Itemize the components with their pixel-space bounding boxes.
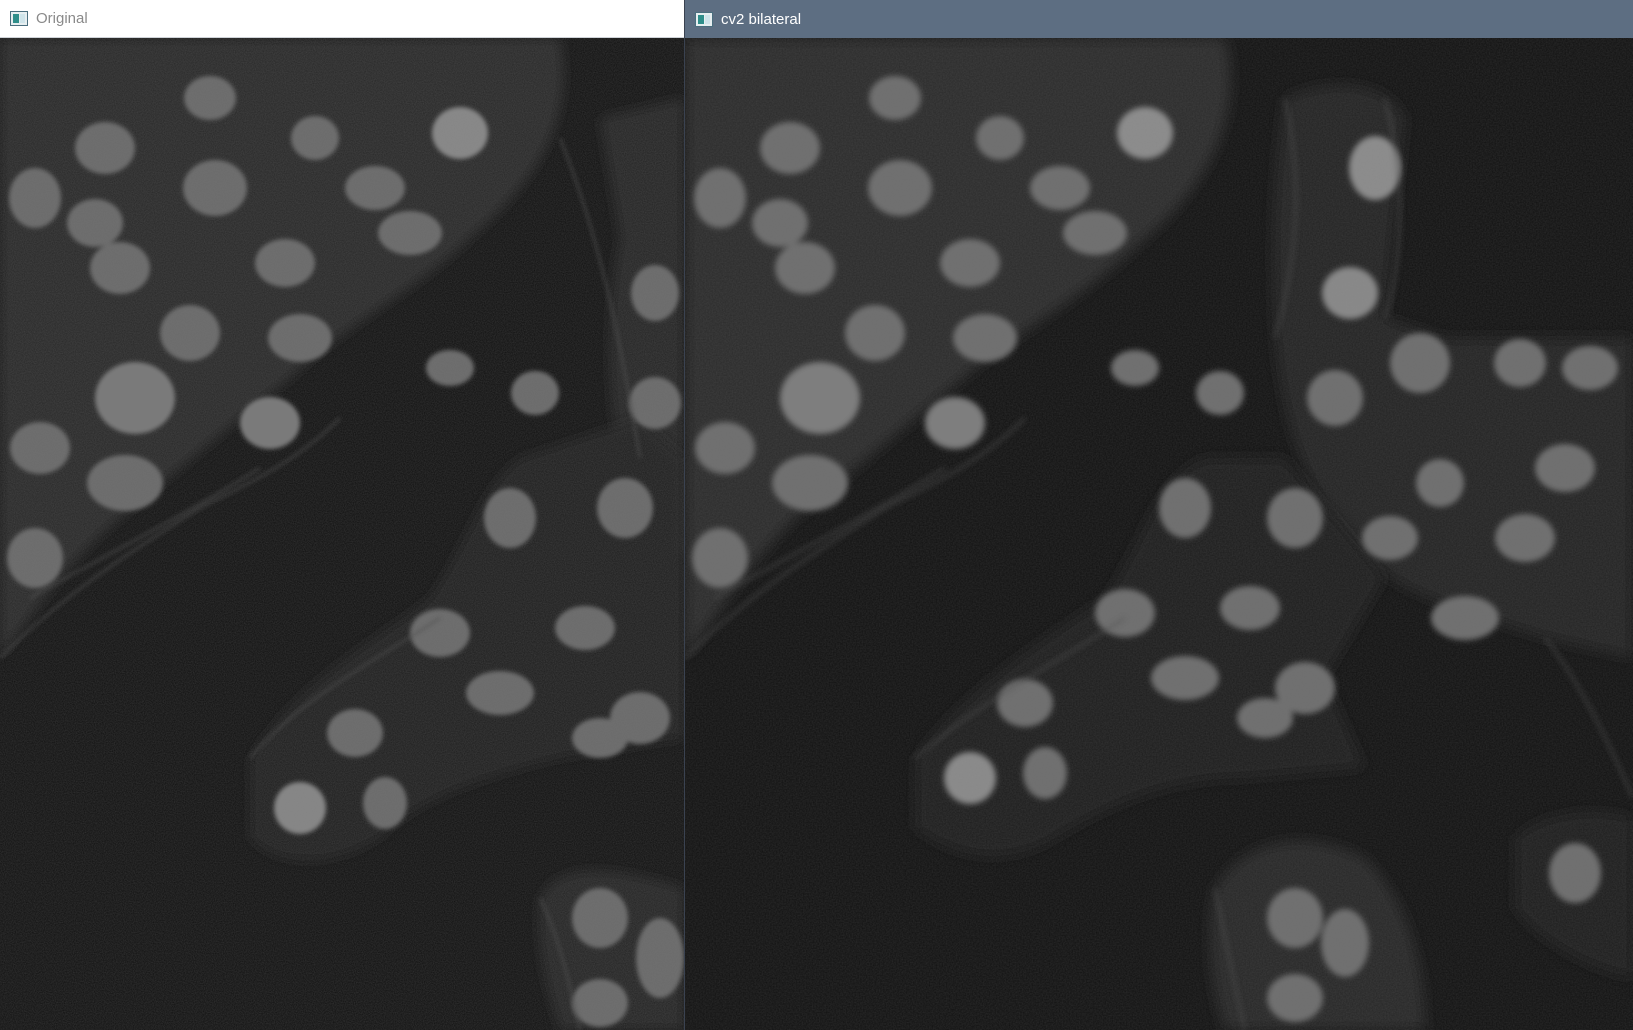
app-window-icon xyxy=(695,11,713,27)
original-window[interactable]: Original xyxy=(0,0,685,1030)
original-window-title: Original xyxy=(36,10,88,27)
original-image xyxy=(0,38,684,1030)
app-window-icon xyxy=(10,11,28,26)
bilateral-titlebar[interactable]: cv2 bilateral xyxy=(685,0,1633,38)
bilateral-window[interactable]: cv2 bilateral xyxy=(685,0,1633,1030)
bilateral-micrograph xyxy=(685,38,1633,1030)
original-titlebar[interactable]: Original xyxy=(0,0,684,38)
bilateral-image xyxy=(685,38,1633,1030)
bilateral-window-title: cv2 bilateral xyxy=(721,10,802,28)
original-micrograph xyxy=(0,38,684,1030)
